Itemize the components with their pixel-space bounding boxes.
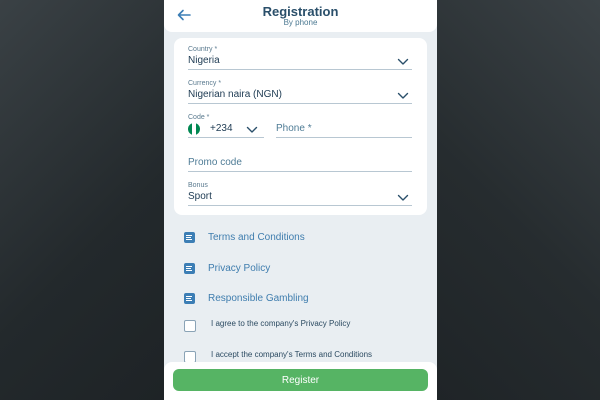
privacy-agreement-label: I agree to the company's Privacy Policy xyxy=(211,319,351,328)
code-value: +234 xyxy=(210,123,233,134)
page-subtitle: By phone xyxy=(283,18,318,27)
document-icon xyxy=(184,231,195,243)
document-icon xyxy=(184,292,195,304)
currency-value: Nigerian naira (NGN) xyxy=(188,89,282,100)
chevron-down-icon xyxy=(246,126,258,133)
gambling-link-label: Responsible Gambling xyxy=(208,292,309,304)
page-title: Registration xyxy=(262,4,339,19)
country-value: Nigeria xyxy=(188,55,220,66)
chevron-down-icon xyxy=(397,58,409,65)
phone-placeholder: Phone * xyxy=(276,123,312,134)
privacy-agreement: I agree to the company's Privacy Policy xyxy=(184,319,381,332)
bonus-label: Bonus xyxy=(188,182,208,189)
privacy-agreement-checkbox[interactable] xyxy=(184,320,196,332)
background-left xyxy=(0,0,164,400)
chevron-down-icon xyxy=(397,194,409,201)
registration-screen: Registration By phone Country * Nigeria … xyxy=(164,0,437,400)
document-icon xyxy=(184,262,195,274)
currency-underline xyxy=(188,103,412,104)
nigeria-flag-icon xyxy=(188,123,200,135)
chevron-down-icon xyxy=(397,92,409,99)
promo-placeholder: Promo code xyxy=(188,157,242,168)
privacy-policy-link[interactable]: Privacy Policy xyxy=(184,260,270,276)
flag-stripe xyxy=(196,123,200,135)
promo-underline xyxy=(188,171,412,172)
responsible-gambling-link[interactable]: Responsible Gambling xyxy=(184,290,309,306)
registration-form: Country * Nigeria Currency * Nigerian na… xyxy=(174,38,427,215)
currency-label: Currency * xyxy=(188,80,222,87)
privacy-link-label: Privacy Policy xyxy=(208,262,271,274)
register-button[interactable]: Register xyxy=(173,369,428,391)
phone-underline xyxy=(276,137,412,138)
terms-and-conditions-link[interactable]: Terms and Conditions xyxy=(184,229,305,245)
header: Registration By phone xyxy=(164,0,437,32)
country-label: Country * xyxy=(188,46,218,53)
terms-link-label: Terms and Conditions xyxy=(208,231,305,243)
background-right xyxy=(437,0,600,400)
country-underline xyxy=(188,69,412,70)
code-label: Code * xyxy=(188,114,210,121)
bonus-underline xyxy=(188,205,412,206)
bonus-value: Sport xyxy=(188,191,212,202)
bottom-bar: Register xyxy=(164,362,437,400)
code-underline xyxy=(188,137,264,138)
